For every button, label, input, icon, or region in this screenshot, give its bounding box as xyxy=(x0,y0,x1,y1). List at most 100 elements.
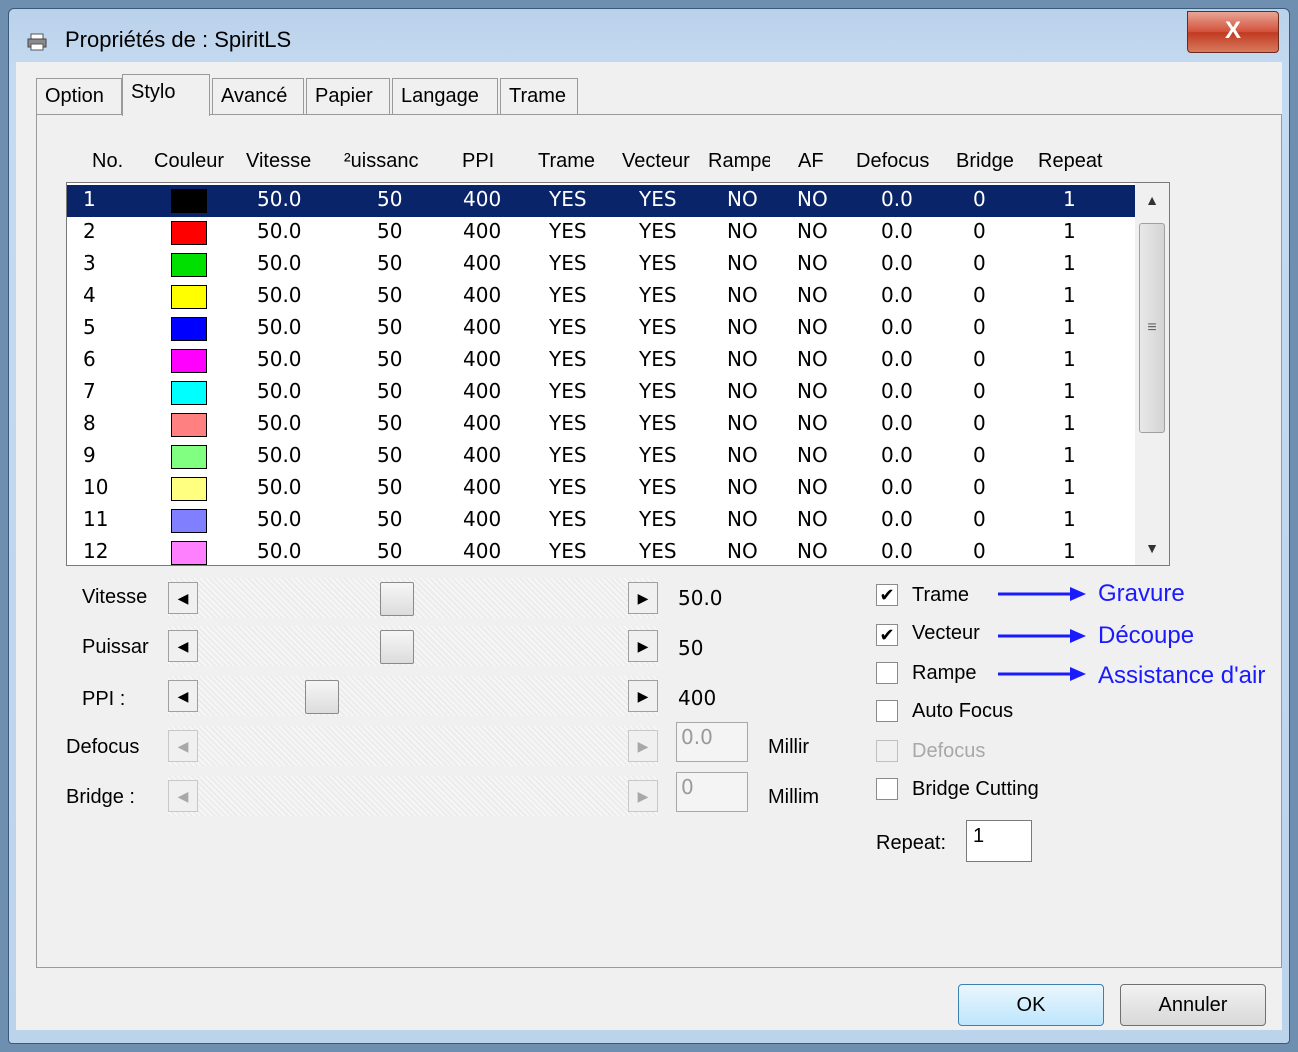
tab-option[interactable]: Option xyxy=(36,78,122,114)
cell-rampe: NO xyxy=(727,251,758,275)
cell-ppi: 400 xyxy=(463,443,502,467)
list-scrollbar[interactable]: ▲ ≡ ▼ xyxy=(1135,183,1169,565)
cell-vitesse: 50.0 xyxy=(257,475,302,499)
bridge-cutting-checkbox-label: Bridge Cutting xyxy=(912,778,1039,800)
col-header-vitesse: Vitesse xyxy=(246,150,312,172)
cell-trame: YES xyxy=(549,443,587,467)
cell-trame: YES xyxy=(549,347,587,371)
cell-rampe: NO xyxy=(727,315,758,339)
cell-repeat: 1 xyxy=(1063,411,1076,435)
cell-trame: YES xyxy=(549,539,587,563)
scroll-down-arrow-icon[interactable]: ▼ xyxy=(1135,531,1169,565)
close-icon: X xyxy=(1224,17,1241,44)
cell-no: 7 xyxy=(83,379,96,403)
cell-ppi: 400 xyxy=(463,187,502,211)
cell-af: NO xyxy=(797,507,828,531)
cell-ppi: 400 xyxy=(463,539,502,563)
tab-avance[interactable]: Avancé xyxy=(212,78,304,114)
vecteur-checkbox[interactable]: ✔ xyxy=(876,624,898,646)
color-swatch xyxy=(171,477,207,501)
vitesse-slider-thumb[interactable] xyxy=(380,582,415,616)
table-row[interactable]: 4 50.0 50 400 YES YES NO NO 0.0 0 1 xyxy=(67,281,1135,313)
cell-puissance: 50 xyxy=(377,315,403,339)
table-row[interactable]: 7 50.0 50 400 YES YES NO NO 0.0 0 1 xyxy=(67,377,1135,409)
cell-defocus: 0.0 xyxy=(881,315,913,339)
scroll-up-arrow-icon[interactable]: ▲ xyxy=(1135,183,1169,217)
cell-trame: YES xyxy=(549,219,587,243)
table-row[interactable]: 1 50.0 50 400 YES YES NO NO 0.0 0 1 xyxy=(67,185,1135,217)
table-row[interactable]: 12 50.0 50 400 YES YES NO NO 0.0 0 1 xyxy=(67,537,1135,565)
vitesse-slider[interactable]: ◀ ▶ xyxy=(168,578,658,618)
table-row[interactable]: 3 50.0 50 400 YES YES NO NO 0.0 0 1 xyxy=(67,249,1135,281)
left-arrow-icon[interactable]: ◀ xyxy=(168,680,198,712)
table-row[interactable]: 5 50.0 50 400 YES YES NO NO 0.0 0 1 xyxy=(67,313,1135,345)
cell-repeat: 1 xyxy=(1063,443,1076,467)
col-header-rampe: Rampe xyxy=(708,150,770,172)
cell-af: NO xyxy=(797,379,828,403)
cell-ppi: 400 xyxy=(463,379,502,403)
cell-ppi: 400 xyxy=(463,315,502,339)
cell-vitesse: 50.0 xyxy=(257,315,302,339)
tab-trame[interactable]: Trame xyxy=(500,78,578,114)
table-row[interactable]: 9 50.0 50 400 YES YES NO NO 0.0 0 1 xyxy=(67,441,1135,473)
scrollbar-thumb[interactable]: ≡ xyxy=(1139,223,1165,433)
cell-vecteur: YES xyxy=(639,475,677,499)
cell-no: 5 xyxy=(83,315,96,339)
cell-repeat: 1 xyxy=(1063,187,1076,211)
cell-bridge: 0 xyxy=(973,475,986,499)
auto-focus-checkbox[interactable] xyxy=(876,700,898,722)
cell-vecteur: YES xyxy=(639,507,677,531)
cell-defocus: 0.0 xyxy=(881,283,913,307)
cell-trame: YES xyxy=(549,475,587,499)
tab-langage[interactable]: Langage xyxy=(392,78,498,114)
cell-bridge: 0 xyxy=(973,347,986,371)
puissance-slider[interactable]: ◀ ▶ xyxy=(168,626,658,666)
cell-bridge: 0 xyxy=(973,379,986,403)
cell-puissance: 50 xyxy=(377,283,403,307)
cell-ppi: 400 xyxy=(463,251,502,275)
trame-checkbox[interactable]: ✔ xyxy=(876,584,898,606)
cell-trame: YES xyxy=(549,315,587,339)
tab-stylo[interactable]: Stylo xyxy=(122,74,210,116)
close-button[interactable]: X xyxy=(1187,11,1279,53)
table-row[interactable]: 2 50.0 50 400 YES YES NO NO 0.0 0 1 xyxy=(67,217,1135,249)
col-header-af: AF xyxy=(798,150,824,172)
cell-defocus: 0.0 xyxy=(881,187,913,211)
repeat-label: Repeat: xyxy=(876,832,947,854)
assistance-air-annotation: Assistance d'air xyxy=(1098,662,1266,689)
cell-rampe: NO xyxy=(727,443,758,467)
rampe-checkbox-label: Rampe xyxy=(912,662,977,684)
bridge-cutting-checkbox[interactable] xyxy=(876,778,898,800)
cell-ppi: 400 xyxy=(463,507,502,531)
col-header-couleur: Couleur xyxy=(154,150,225,172)
left-arrow-icon[interactable]: ◀ xyxy=(168,630,198,662)
table-row[interactable]: 6 50.0 50 400 YES YES NO NO 0.0 0 1 xyxy=(67,345,1135,377)
cancel-button[interactable]: Annuler xyxy=(1120,984,1266,1026)
ppi-slider[interactable]: ◀ ▶ xyxy=(168,676,658,716)
cell-vitesse: 50.0 xyxy=(257,347,302,371)
right-arrow-icon[interactable]: ▶ xyxy=(628,582,658,614)
repeat-input[interactable]: 1 xyxy=(966,820,1032,862)
table-row[interactable]: 11 50.0 50 400 YES YES NO NO 0.0 0 1 xyxy=(67,505,1135,537)
cell-puissance: 50 xyxy=(377,443,403,467)
table-row[interactable]: 8 50.0 50 400 YES YES NO NO 0.0 0 1 xyxy=(67,409,1135,441)
cell-trame: YES xyxy=(549,507,587,531)
ppi-slider-thumb[interactable] xyxy=(304,680,339,714)
bridge-slider: ◀ ▶ xyxy=(168,776,658,816)
tab-papier[interactable]: Papier xyxy=(306,78,390,114)
puissance-slider-thumb[interactable] xyxy=(380,630,415,664)
left-arrow-icon[interactable]: ◀ xyxy=(168,582,198,614)
pen-list[interactable]: 1 50.0 50 400 YES YES NO NO 0.0 0 1 2 50.0 50 400 YES YE… xyxy=(66,182,1170,566)
cell-rampe: NO xyxy=(727,539,758,563)
right-arrow-icon[interactable]: ▶ xyxy=(628,630,658,662)
cell-no: 10 xyxy=(83,475,109,499)
right-arrow-icon[interactable]: ▶ xyxy=(628,680,658,712)
rampe-checkbox[interactable] xyxy=(876,662,898,684)
arrow-right-icon xyxy=(998,629,1086,643)
window-title: Propriétés de : SpiritLS xyxy=(65,27,292,52)
ok-button[interactable]: OK xyxy=(958,984,1104,1026)
color-swatch xyxy=(171,253,207,277)
tab-label: Langage xyxy=(401,85,479,107)
table-row[interactable]: 10 50.0 50 400 YES YES NO NO 0.0 0 1 xyxy=(67,473,1135,505)
cell-defocus: 0.0 xyxy=(881,219,913,243)
